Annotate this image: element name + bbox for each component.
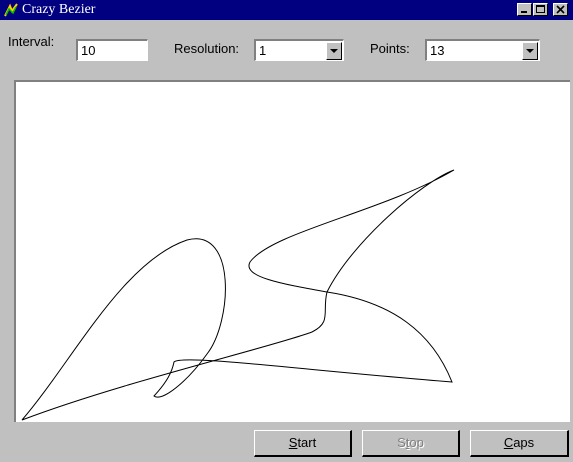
control-panel: Interval: 10 Resolution: 1 Points: 13: [0, 20, 573, 74]
points-value: 13: [430, 43, 445, 58]
minimize-button[interactable]: [517, 3, 532, 16]
start-button-label: Start: [288, 435, 317, 450]
interval-label: Interval:: [8, 34, 55, 49]
stop-button[interactable]: Stop: [362, 430, 460, 457]
caps-button-label: Caps: [503, 435, 535, 450]
close-icon: [556, 5, 565, 14]
resolution-label: Resolution:: [174, 41, 240, 56]
caps-button[interactable]: Caps: [470, 430, 569, 457]
bezier-curve: [21, 169, 455, 421]
resolution-dropdown-button[interactable]: [326, 42, 342, 60]
interval-input[interactable]: 10: [76, 39, 148, 61]
maximize-button[interactable]: [533, 3, 548, 16]
drawing-canvas[interactable]: [14, 80, 570, 422]
chevron-down-icon: [526, 49, 534, 53]
chevron-down-icon: [330, 49, 338, 53]
close-button[interactable]: [553, 3, 568, 16]
minimize-icon: [521, 11, 527, 13]
stop-button-label: Stop: [397, 435, 424, 450]
crazy-bezier-window: Crazy Bezier Interval: 10 Resolution: 1 …: [0, 0, 573, 462]
resolution-dropdown[interactable]: 1: [254, 39, 344, 61]
points-label: Points:: [370, 41, 410, 56]
points-dropdown[interactable]: 13: [425, 39, 540, 61]
bezier-curve-drawing: [21, 169, 455, 421]
points-dropdown-button[interactable]: [522, 42, 538, 60]
window-title: Crazy Bezier: [22, 2, 96, 17]
maximize-icon: [536, 5, 545, 13]
app-icon: [4, 3, 18, 17]
title-bar[interactable]: Crazy Bezier: [0, 0, 573, 20]
start-button[interactable]: Start: [254, 430, 352, 457]
resolution-value: 1: [259, 43, 267, 58]
